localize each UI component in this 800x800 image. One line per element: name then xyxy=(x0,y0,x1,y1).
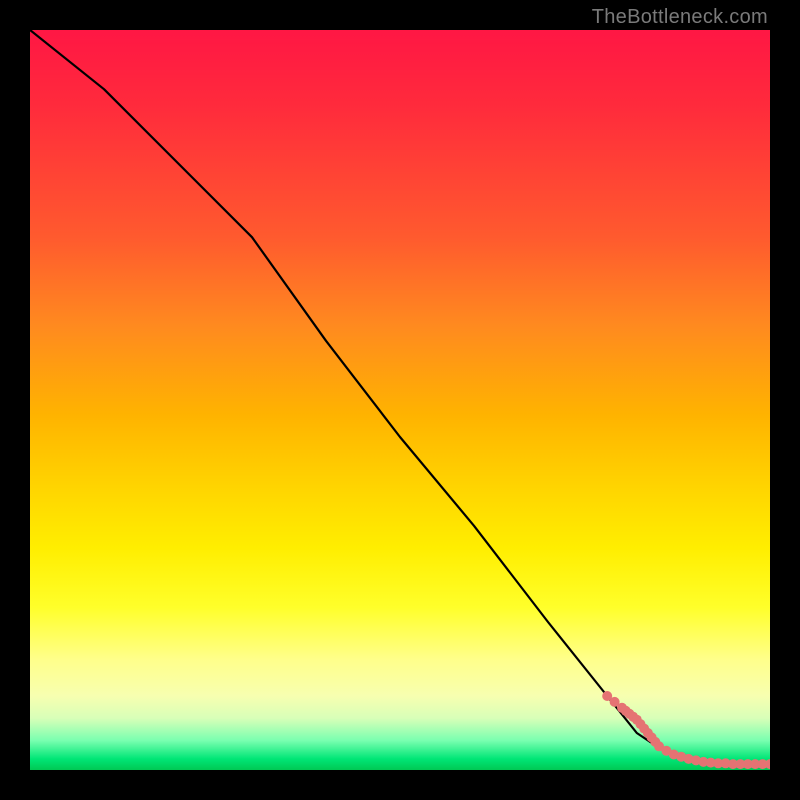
curve-line xyxy=(30,30,770,763)
plot-area xyxy=(30,30,770,770)
chart-svg xyxy=(30,30,770,770)
chart-frame: TheBottleneck.com xyxy=(0,0,800,800)
bottleneck-scatter xyxy=(602,691,770,769)
watermark-text: TheBottleneck.com xyxy=(592,6,768,29)
